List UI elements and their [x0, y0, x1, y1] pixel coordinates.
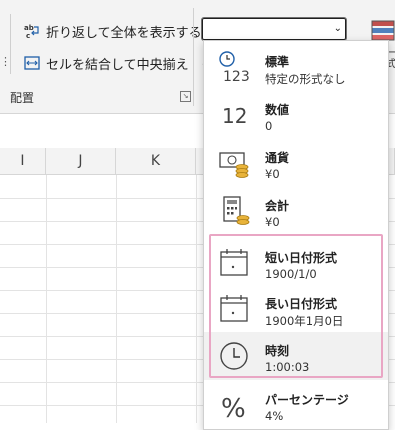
dialog-launcher-icon[interactable]: ↘ — [180, 91, 191, 102]
ribbon-divider — [10, 14, 11, 74]
column-header-j[interactable]: J — [46, 148, 116, 175]
merge-center-icon — [24, 55, 40, 71]
format-option-title: パーセンテージ — [265, 393, 349, 407]
clock-123-icon: 123 — [218, 51, 252, 85]
number-format-select[interactable]: ⌄ — [201, 17, 347, 41]
currency-icon — [218, 147, 252, 179]
format-option-title: 標準 — [265, 55, 290, 69]
icon-text: 12 — [222, 104, 247, 128]
merge-center-label: セルを結合して中央揃え — [46, 57, 189, 73]
format-option-currency[interactable]: 通貨 ¥0 — [204, 139, 388, 187]
format-option-sample: 0 — [265, 119, 273, 133]
alignment-group-label: 配置 — [10, 91, 35, 105]
svg-text:c: c — [26, 32, 30, 39]
conditional-format-icon[interactable] — [371, 20, 395, 41]
format-option-percentage[interactable]: % パーセンテージ 4% — [204, 381, 388, 429]
column-header-k[interactable]: K — [116, 148, 196, 175]
accounting-icon — [218, 195, 252, 227]
svg-text:ab: ab — [24, 24, 34, 32]
format-option-title: 会計 — [265, 199, 290, 213]
percent-icon: % — [218, 389, 252, 424]
wrap-text-label: 折り返して全体を表示する — [46, 25, 202, 41]
wrap-text-button[interactable]: ab c 折り返して全体を表示する — [24, 20, 202, 42]
icon-text: 123 — [223, 69, 250, 83]
number-12-icon: 12 — [218, 99, 252, 131]
format-option-sample: ¥0 — [265, 167, 280, 181]
format-option-title: 通貨 — [265, 151, 290, 165]
column-label: K — [150, 153, 161, 169]
chevron-down-icon[interactable]: ⌄ — [334, 23, 342, 34]
format-option-general[interactable]: 123 標準 特定の形式なし — [204, 43, 388, 91]
truncated-icon: ⋮ — [0, 55, 11, 68]
merge-center-button[interactable]: セルを結合して中央揃え ⌄ — [24, 52, 209, 74]
gridline — [46, 175, 47, 423]
format-option-number[interactable]: 12 数値 0 — [204, 91, 388, 139]
icon-text: % — [221, 394, 246, 421]
ribbon-divider — [193, 8, 194, 106]
highlight-box — [209, 234, 383, 378]
gridline — [116, 175, 117, 423]
wrap-text-icon: ab c — [24, 23, 40, 40]
column-label: J — [78, 153, 83, 169]
format-option-sample: 特定の形式なし — [265, 72, 346, 86]
format-option-sample: ¥0 — [265, 215, 280, 229]
number-format-dropdown: 123 標準 特定の形式なし 12 数値 0 通貨 ¥0 会計 ¥0 短い日付形… — [203, 40, 389, 430]
column-label: I — [20, 153, 25, 169]
format-option-accounting[interactable]: 会計 ¥0 — [204, 187, 388, 235]
format-option-title: 数値 — [265, 103, 290, 117]
format-option-sample: 4% — [265, 409, 284, 423]
column-header-i[interactable]: I — [0, 148, 46, 175]
gridline — [196, 175, 197, 423]
